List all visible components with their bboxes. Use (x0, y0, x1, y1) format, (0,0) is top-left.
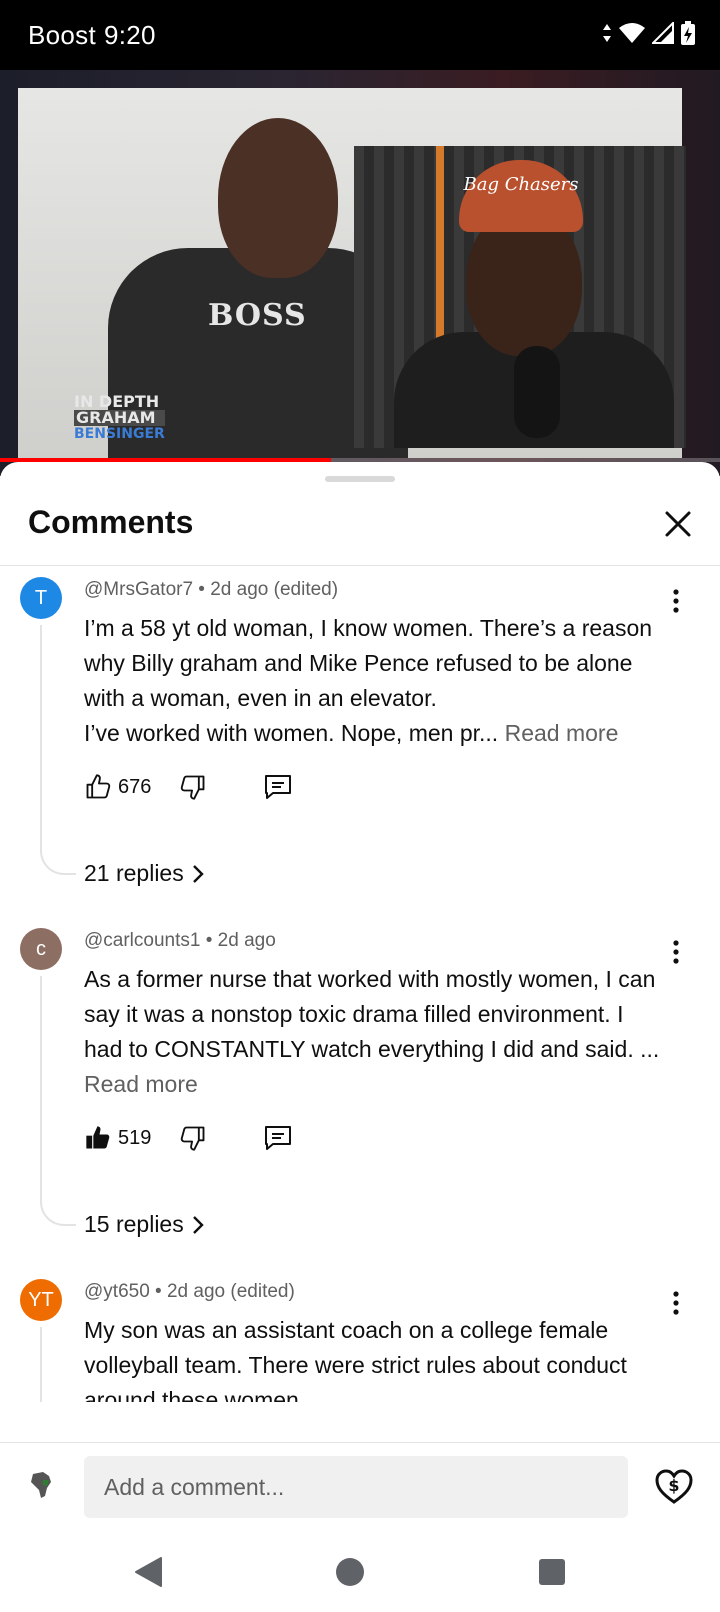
view-replies-button[interactable]: 15 replies (84, 1211, 204, 1238)
avatar[interactable]: T (20, 577, 62, 619)
system-nav-bar (0, 1532, 720, 1612)
thumbs-up-icon (86, 774, 111, 799)
header-divider (0, 565, 720, 566)
microphone (514, 346, 560, 438)
comment-actions: 519 (84, 1120, 293, 1156)
svg-text:$: $ (668, 1476, 679, 1495)
thumbs-up-filled-icon (86, 1126, 110, 1149)
shirt-print: BOSS (208, 298, 307, 333)
video-player[interactable]: BOSS IN DEPTH GRAHAM BENSINGER Bag Chase… (0, 70, 720, 476)
recents-button[interactable] (534, 1554, 570, 1590)
comment-text: As a former nurse that worked with mostl… (84, 966, 660, 1097)
recents-square-icon (539, 1559, 565, 1585)
thread-connector (40, 976, 76, 1226)
wifi-icon (619, 23, 645, 43)
like-button[interactable]: 676 (84, 773, 179, 801)
more-vert-icon (673, 1291, 679, 1315)
avatar[interactable]: c (20, 928, 62, 970)
user-avatar[interactable] (22, 1465, 62, 1505)
comment-text: My son was an assistant coach on a colle… (84, 1317, 627, 1402)
super-thanks-button[interactable]: $ (652, 1465, 696, 1509)
picture-in-picture-overlay: Bag Chasers (354, 146, 686, 448)
comment-meta: @MrsGator7 • 2d ago (edited) (84, 579, 339, 600)
avatar[interactable]: YT (20, 1279, 62, 1321)
data-arrows-icon (603, 24, 611, 42)
comment-item: YT @yt650 • 2d ago (edited) My son was a… (0, 1279, 720, 1402)
comments-sheet: Comments T @MrsGator7 • 2d ago (edited) … (0, 462, 720, 1442)
more-options-button[interactable] (662, 934, 690, 970)
back-triangle-icon (135, 1557, 162, 1587)
reply-comment-icon (265, 1126, 292, 1150)
comment-meta: @carlcounts1 • 2d ago (84, 930, 276, 951)
reply-button[interactable] (263, 1124, 293, 1152)
africa-map-icon (31, 1472, 51, 1498)
comment-author[interactable]: @carlcounts1 (84, 930, 200, 951)
more-options-button[interactable] (662, 583, 690, 619)
close-button[interactable] (656, 502, 700, 546)
add-comment-input[interactable] (84, 1456, 628, 1518)
dislike-button[interactable] (179, 773, 207, 801)
status-icons (602, 20, 696, 46)
back-button[interactable] (130, 1554, 166, 1590)
cell-signal-icon (652, 22, 674, 44)
thumbs-down-icon (181, 1126, 205, 1151)
chevron-right-icon (192, 1215, 204, 1234)
comment-meta: @yt650 • 2d ago (edited) (84, 1281, 295, 1302)
drag-handle[interactable] (325, 476, 395, 482)
more-vert-icon (673, 940, 679, 964)
thread-connector (40, 1327, 76, 1402)
comment-author[interactable]: @MrsGator7 (84, 579, 193, 600)
thumbs-down-icon (181, 775, 205, 800)
like-count: 519 (118, 1126, 152, 1149)
view-replies-button[interactable]: 21 replies (84, 860, 204, 887)
chevron-right-icon (192, 864, 204, 883)
carrier-name: Boost (28, 20, 96, 50)
guest-head (218, 118, 338, 278)
heart-dollar-icon: $ (655, 1469, 693, 1504)
comment-composer: $ (0, 1442, 720, 1532)
close-icon (665, 511, 691, 537)
show-logo: IN DEPTH GRAHAM BENSINGER (74, 392, 165, 442)
battery-charging-icon (681, 21, 695, 45)
home-button[interactable] (332, 1554, 368, 1590)
reply-comment-icon (265, 775, 292, 799)
home-circle-icon (336, 1558, 364, 1586)
more-options-button[interactable] (662, 1285, 690, 1321)
more-vert-icon (673, 589, 679, 613)
reply-button[interactable] (263, 773, 293, 801)
comment-actions: 676 (84, 769, 293, 805)
like-count: 676 (118, 775, 152, 798)
read-more-link[interactable]: Read more (505, 720, 619, 746)
carrier-time: Boost 9:20 (28, 20, 156, 51)
thread-connector (40, 625, 76, 875)
like-button[interactable]: 519 (84, 1124, 179, 1152)
read-more-link[interactable]: Read more (84, 1071, 198, 1097)
comment-author[interactable]: @yt650 (84, 1281, 150, 1302)
comment-text: I’m a 58 yt old woman, I know women. The… (84, 615, 653, 746)
status-bar: Boost 9:20 (0, 0, 720, 70)
clock: 9:20 (104, 20, 156, 50)
dislike-button[interactable] (179, 1124, 207, 1152)
sheet-title: Comments (28, 504, 194, 540)
